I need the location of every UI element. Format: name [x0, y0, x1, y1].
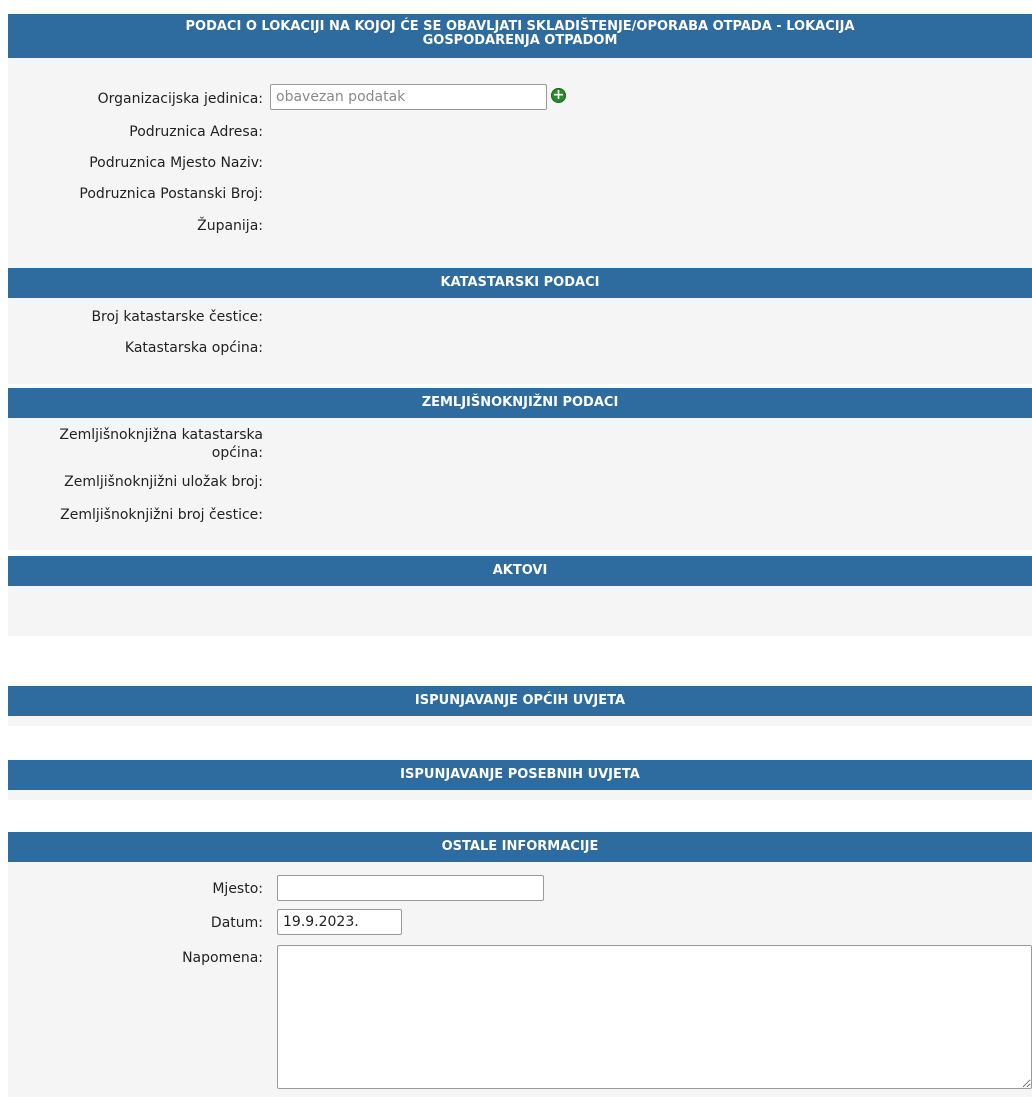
county-label: Županija: — [197, 218, 263, 234]
land-registry-parcel-label: Zemljišnoknjižni broj čestice: — [60, 507, 263, 523]
section-title: ZEMLJIŠNOKNJIŽNI PODACI — [421, 395, 619, 410]
org-unit-input[interactable] — [270, 84, 547, 110]
section-header-posebni-uvjeti: ISPUNJAVANJE POSEBNIH UVJETA — [8, 760, 1032, 790]
section-title-line2: GOSPODARENJA OTPADOM — [422, 33, 618, 48]
section-panel-zemljisnik: Zemljišnoknjižna katastarska općina: Zem… — [8, 418, 1032, 550]
date-input[interactable] — [277, 909, 402, 935]
cadastral-municipality-label: Katastarska općina: — [124, 340, 263, 356]
section-title: ISPUNJAVANJE OPĆIH UVJETA — [414, 693, 626, 708]
land-registry-municipality-label-line2: općina: — [211, 445, 263, 461]
section-panel-posebni-uvjeti — [8, 790, 1032, 800]
section-opci-uvjeti: ISPUNJAVANJE OPĆIH UVJETA — [8, 686, 1032, 726]
section-panel-katastar: Broj katastarske čestice: Katastarska op… — [8, 298, 1032, 384]
note-textarea[interactable] — [277, 945, 1032, 1089]
note-label: Napomena: — [182, 950, 263, 966]
section-panel-ostale: Mjesto: Datum: Napomena: — [8, 862, 1032, 1097]
branch-address-label: Podruznica Adresa: — [129, 124, 263, 140]
section-zemljisnik: ZEMLJIŠNOKNJIŽNI PODACI Zemljišnoknjižna… — [8, 388, 1032, 550]
land-registry-insert-label: Zemljišnoknjižni uložak broj: — [64, 474, 263, 490]
cadastral-parcel-label: Broj katastarske čestice: — [91, 309, 263, 325]
plus-circle-icon[interactable]: + — [551, 88, 566, 103]
section-ostale: OSTALE INFORMACIJE Mjesto: Datum: Napome… — [8, 832, 1032, 1097]
section-title: OSTALE INFORMACIJE — [441, 839, 599, 854]
section-katastar: KATASTARSKI PODACI Broj katastarske čest… — [8, 268, 1032, 384]
section-header-opci-uvjeti: ISPUNJAVANJE OPĆIH UVJETA — [8, 686, 1032, 716]
section-lokacija: PODACI O LOKACIJI NA KOJOJ ĆE SE OBAVLJA… — [8, 14, 1032, 268]
section-panel-opci-uvjeti — [8, 716, 1032, 726]
section-panel-aktovi — [8, 586, 1032, 636]
section-aktovi: AKTOVI — [8, 556, 1032, 636]
section-header-ostale: OSTALE INFORMACIJE — [8, 832, 1032, 862]
date-label: Datum: — [210, 915, 263, 931]
section-posebni-uvjeti: ISPUNJAVANJE POSEBNIH UVJETA — [8, 760, 1032, 800]
section-title: AKTOVI — [492, 563, 548, 578]
place-input[interactable] — [277, 875, 544, 901]
branch-city-label: Podruznica Mjesto Naziv: — [89, 155, 263, 171]
branch-postal-label: Podruznica Postanski Broj: — [79, 186, 263, 202]
section-panel-lokacija: Organizacijska jedinica: + Podruznica Ad… — [8, 58, 1032, 268]
section-header-aktovi: AKTOVI — [8, 556, 1032, 586]
section-title-line1: PODACI O LOKACIJI NA KOJOJ ĆE SE OBAVLJA… — [185, 19, 855, 34]
land-registry-municipality-label-line1: Zemljišnoknjižna katastarska — [59, 427, 263, 443]
org-unit-label: Organizacijska jedinica: — [97, 91, 263, 107]
section-title: ISPUNJAVANJE POSEBNIH UVJETA — [400, 767, 640, 782]
section-header-katastar: KATASTARSKI PODACI — [8, 268, 1032, 298]
section-header-lokacija: PODACI O LOKACIJI NA KOJOJ ĆE SE OBAVLJA… — [8, 14, 1032, 58]
place-label: Mjesto: — [212, 881, 263, 897]
section-title: KATASTARSKI PODACI — [440, 275, 600, 290]
section-header-zemljisnik: ZEMLJIŠNOKNJIŽNI PODACI — [8, 388, 1032, 418]
